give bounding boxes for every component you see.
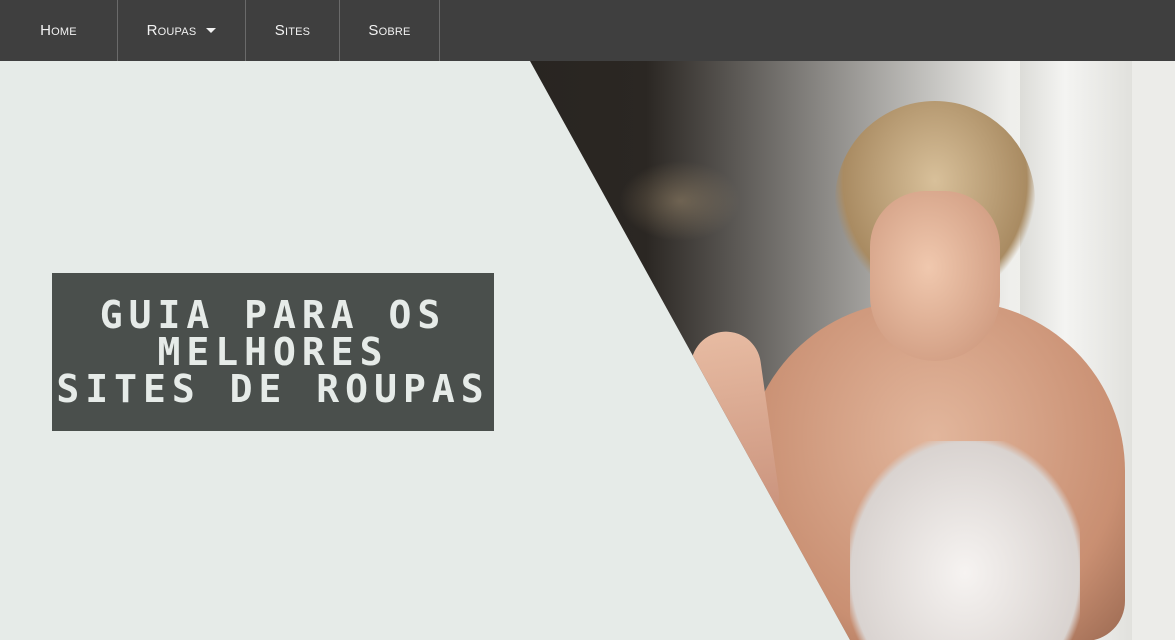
lace-garment — [850, 441, 1080, 640]
hero-title-line-2: MELHORES — [157, 329, 389, 374]
nav-roupas-label: Roupas — [146, 22, 197, 39]
nav-roupas-dropdown[interactable]: Roupas — [118, 0, 246, 61]
door-edge — [1132, 61, 1175, 640]
top-navbar: Home Roupas Sites Sobre — [0, 0, 1175, 61]
model-arm — [686, 327, 784, 535]
nav-sites-label: Sites — [274, 22, 311, 39]
hero-title-box: GUIA PARA OS MELHORES SITES DE ROUPAS — [52, 273, 494, 431]
nav-sobre-label: Sobre — [368, 22, 411, 39]
hero-title-line-3: SITES DE ROUPAS — [56, 366, 490, 411]
hero-title-line-1: GUIA PARA OS — [99, 292, 447, 337]
hero-section: GUIA PARA OS MELHORES SITES DE ROUPAS — [0, 61, 1175, 640]
nav-sobre-link[interactable]: Sobre — [340, 0, 440, 61]
nav-home-label: Home — [40, 22, 77, 39]
caret-down-icon — [206, 28, 217, 33]
model-head — [870, 191, 1000, 361]
nav-home-link[interactable]: Home — [0, 0, 118, 61]
nav-sites-link[interactable]: Sites — [246, 0, 340, 61]
